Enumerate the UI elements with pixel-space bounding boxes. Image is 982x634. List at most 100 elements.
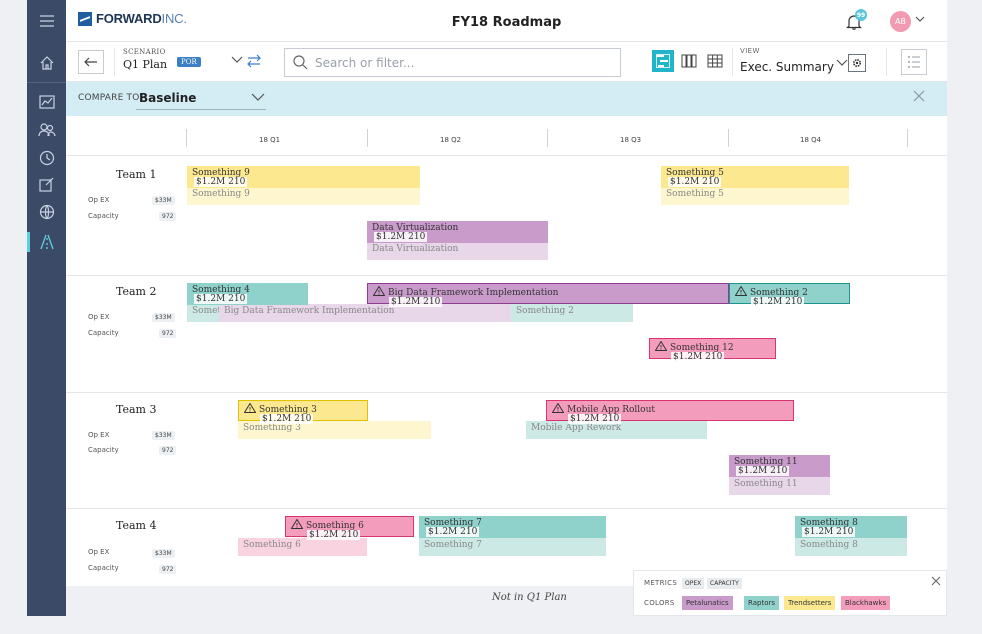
initiative-bar[interactable]: Something 11 $1.2M 210: [729, 455, 830, 477]
initiative-bar[interactable]: Something 2 $1.2M 210: [729, 283, 850, 307]
initiative-bar[interactable]: Something 8 $1.2M 210: [795, 516, 907, 538]
back-button[interactable]: [78, 50, 104, 74]
chevron-down-icon[interactable]: [231, 56, 243, 67]
list-panel-button[interactable]: [901, 49, 927, 75]
warning-icon: [244, 403, 256, 413]
view-label: VIEW: [740, 47, 760, 55]
metric-toggle-opex[interactable]: OPEX: [682, 578, 705, 589]
colors-label: COLORS: [644, 599, 675, 607]
capacity-label: Capacity: [88, 212, 119, 220]
compare-underline: [136, 109, 266, 110]
capacity-value: 972: [159, 565, 177, 574]
legend-chip-raptors[interactable]: Raptors: [744, 596, 779, 610]
gear-icon: [852, 58, 862, 68]
bar-metrics: $1.2M 210: [307, 530, 361, 540]
grid-view-button[interactable]: [704, 50, 726, 72]
capacity-value: 972: [159, 212, 177, 221]
home-icon[interactable]: [27, 49, 66, 77]
bar-metrics: $1.2M 210: [736, 466, 790, 476]
chart-icon[interactable]: [27, 88, 66, 116]
capacity-value: 972: [159, 329, 177, 338]
chevron-down-icon[interactable]: [251, 91, 265, 105]
legend-chip-trendsetters[interactable]: Trendsetters: [784, 596, 836, 610]
search-box[interactable]: [284, 48, 621, 77]
opex-value: $33M: [152, 549, 175, 558]
edit-icon[interactable]: [27, 170, 66, 198]
initiative-bar[interactable]: Something 12 $1.2M 210: [649, 338, 776, 362]
not-in-plan-label: Not in Q1 Plan: [492, 592, 567, 603]
swap-scenario-button[interactable]: [246, 54, 262, 72]
warning-icon: [655, 341, 667, 351]
bar-metrics: $1.2M 210: [374, 232, 428, 242]
capacity-label: Capacity: [88, 564, 119, 572]
initiative-bar[interactable]: Data Virtualization $1.2M 210: [367, 221, 548, 243]
baseline-bar: Something 7: [419, 538, 606, 556]
legend-chip-petalunatics[interactable]: Petalunatics: [682, 596, 733, 610]
capacity-label: Capacity: [88, 446, 119, 454]
page-title: FY18 Roadmap: [451, 15, 562, 30]
menu-icon[interactable]: [27, 7, 66, 35]
roadmap-icon[interactable]: [27, 228, 66, 256]
bar-metrics: $1.2M 210: [389, 297, 443, 307]
initiative-bar[interactable]: Something 3 $1.2M 210: [238, 400, 368, 424]
initiative-bar[interactable]: Something 4 $1.2M 210: [187, 283, 308, 305]
timeline-header: 18 Q1 18 Q2 18 Q3 18 Q4: [66, 116, 947, 156]
close-icon: [931, 576, 941, 586]
bar-metrics: $1.2M 210: [568, 414, 622, 424]
compare-select[interactable]: Baseline: [139, 91, 196, 105]
bar-metrics: $1.2M 210: [751, 297, 805, 307]
bar-metrics: $1.2M 210: [194, 177, 248, 187]
avatar[interactable]: AB: [890, 11, 911, 32]
chevron-down-icon[interactable]: [915, 14, 925, 25]
scenario-select[interactable]: Q1 Plan: [123, 58, 167, 71]
metric-toggle-capacity[interactable]: CAPACITY: [707, 578, 742, 589]
team-name: Team 3: [116, 403, 157, 416]
search-input[interactable]: [315, 55, 615, 70]
legend-chip-blackhawks[interactable]: Blackhawks: [841, 596, 891, 610]
notification-badge: 99: [855, 9, 867, 21]
chevron-down-icon[interactable]: [836, 59, 848, 70]
capacity-label: Capacity: [88, 329, 119, 337]
bar-metrics: $1.2M 210: [426, 527, 480, 537]
gantt-icon: [656, 54, 670, 68]
initiative-bar[interactable]: Something 7 $1.2M 210: [419, 516, 606, 538]
view-settings-button[interactable]: [848, 54, 866, 72]
quarter-label: 18 Q2: [440, 136, 462, 144]
lane-divider: [66, 392, 947, 393]
compare-bar: COMPARE TO Baseline: [66, 82, 947, 116]
initiative-bar[interactable]: Something 5 $1.2M 210: [661, 166, 849, 188]
baseline-bar: Something 9: [187, 187, 420, 205]
column-view-button[interactable]: [678, 50, 700, 72]
quarter-label: 18 Q3: [620, 136, 642, 144]
clock-icon[interactable]: [27, 144, 66, 172]
warning-icon: [291, 519, 303, 529]
view-select[interactable]: Exec. Summary: [740, 60, 834, 74]
quarter-divider: [728, 129, 729, 147]
initiative-bar[interactable]: Mobile App Rollout $1.2M 210: [546, 400, 794, 424]
initiative-bar[interactable]: Big Data Framework Implementation $1.2M …: [367, 283, 729, 307]
baseline-bar: Something 5: [661, 187, 849, 205]
close-compare-button[interactable]: [913, 90, 925, 106]
timeline-view-button[interactable]: [652, 50, 674, 72]
bar-metrics: $1.2M 210: [671, 352, 725, 362]
arrow-left-icon: [84, 57, 97, 67]
list-icon: [908, 56, 920, 68]
team-name: Team 4: [116, 519, 157, 532]
baseline-bar: Something 11: [729, 477, 830, 495]
divider: [114, 48, 115, 76]
notifications-button[interactable]: 99: [845, 9, 867, 31]
metrics-label: METRICS: [644, 579, 678, 587]
warning-icon: [735, 286, 747, 296]
initiative-bar[interactable]: Something 6 $1.2M 210: [285, 516, 414, 540]
lane-divider: [66, 275, 947, 276]
warning-icon: [373, 286, 385, 296]
close-legend-button[interactable]: [931, 576, 941, 589]
initiative-bar[interactable]: Something 9 $1.2M 210: [187, 166, 420, 188]
opex-label: Op EX: [88, 196, 110, 204]
people-icon[interactable]: [27, 116, 66, 144]
opex-label: Op EX: [88, 313, 110, 321]
globe-icon[interactable]: [27, 198, 66, 226]
opex-label: Op EX: [88, 431, 110, 439]
sidebar: [27, 0, 66, 616]
top-bar: FORWARDINC. FY18 Roadmap 99 AB: [66, 0, 947, 42]
